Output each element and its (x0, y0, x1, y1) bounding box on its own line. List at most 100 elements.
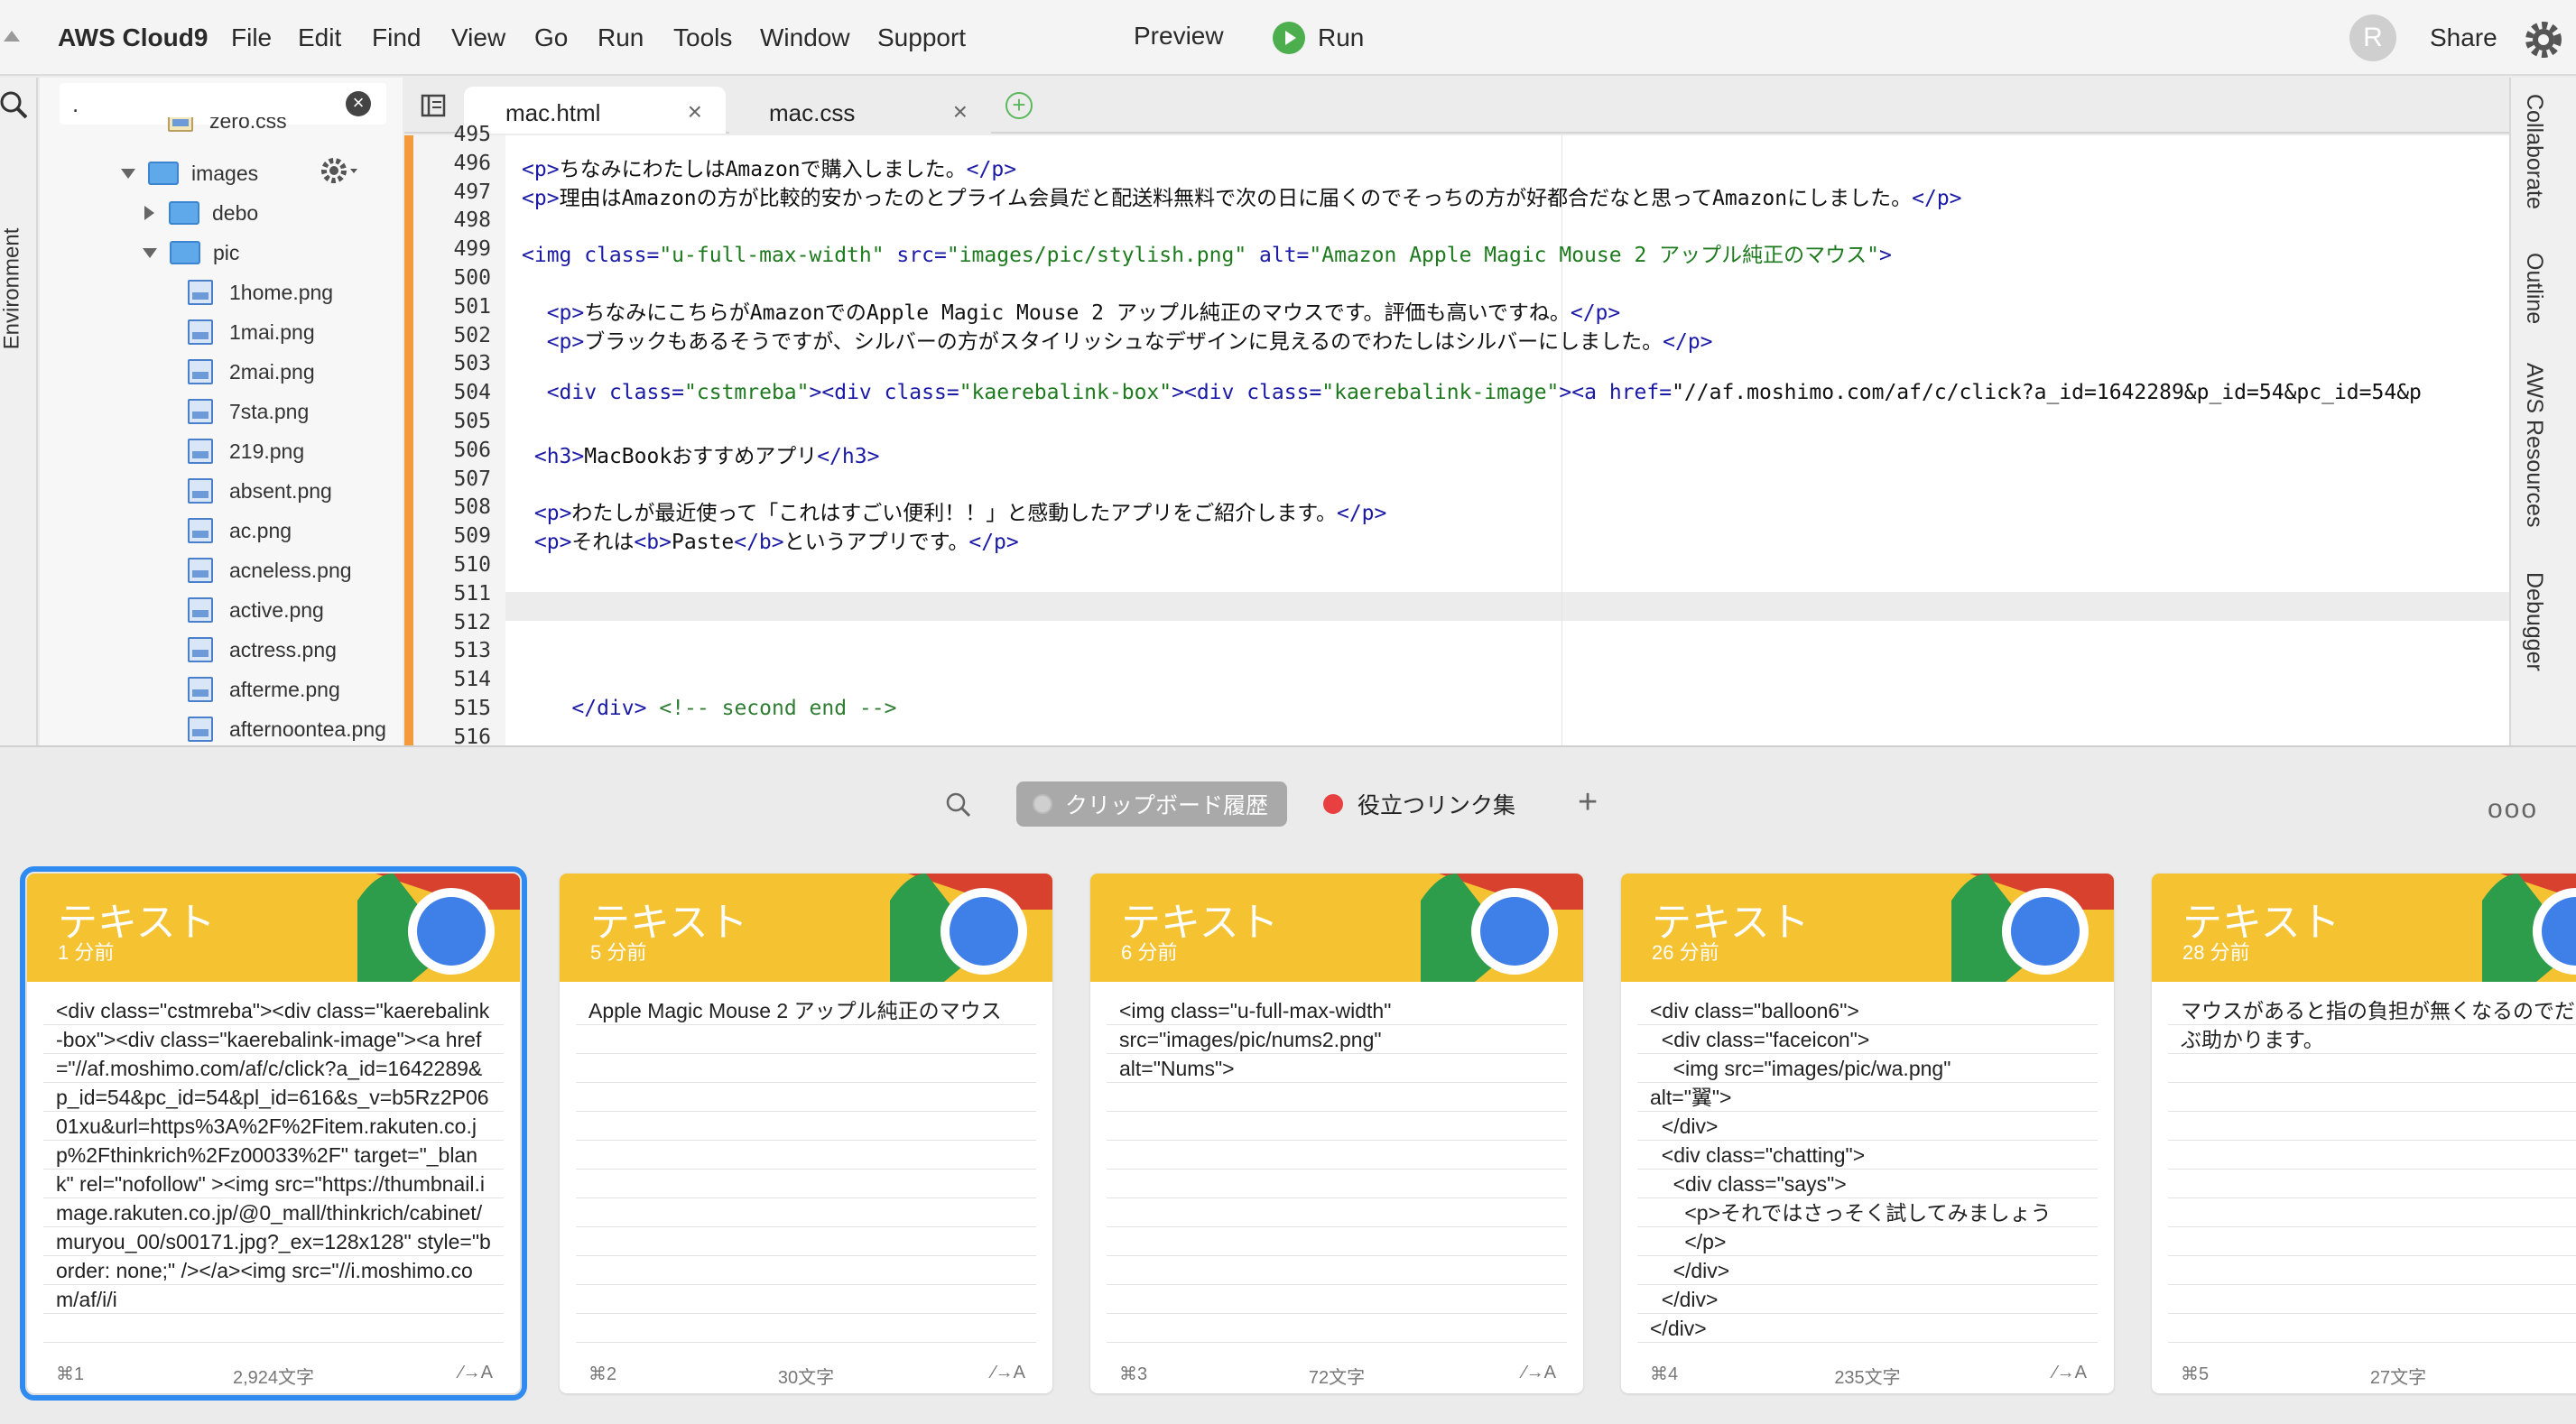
tab-aws-resources[interactable]: AWS Resources (2521, 363, 2547, 527)
menu-edit[interactable]: Edit (298, 23, 341, 52)
search-icon[interactable] (0, 90, 31, 121)
tree-file[interactable]: 1home.png (188, 277, 333, 308)
image-file-icon (188, 359, 213, 384)
line-number: 515 (453, 697, 491, 720)
clipboard-card[interactable]: テキスト 5 分前 Apple Magic Mouse 2 アップル純正のマウス ⌘2… (560, 874, 1052, 1393)
line-number: 496 (453, 152, 491, 175)
clipboard-card[interactable]: テキスト 28 分前 マウスがあると指の負担が無くなるのでだいぶ助かります。 ⌘5 27… (2152, 874, 2576, 1393)
code-line[interactable]: <img class="u-full-max-width" src="image… (522, 237, 1892, 268)
code-line[interactable]: <p>ちなみにこちらがAmazonでのApple Magic Mouse 2 ア… (522, 295, 1621, 326)
menu-support[interactable]: Support (877, 23, 966, 52)
menu-find[interactable]: Find (372, 23, 421, 52)
menu-tools[interactable]: Tools (673, 23, 732, 52)
collapse-menubar-icon[interactable] (4, 31, 20, 42)
clear-filter-icon[interactable]: × (346, 91, 371, 116)
pinboard-useful-links[interactable]: 役立つリンク集 (1323, 781, 1515, 827)
paste-as-text-icon[interactable]: ⁄→A (1523, 1363, 1556, 1383)
line-number: 516 (453, 726, 491, 749)
tree-item[interactable]: zero.css (168, 117, 287, 137)
pinboard-clipboard-history[interactable]: クリップボード履歴 (1016, 781, 1287, 827)
image-file-icon (188, 319, 213, 345)
environment-panel-strip: Environment (0, 78, 38, 745)
history-dot-icon (1033, 794, 1052, 814)
close-tab-icon[interactable]: × (953, 97, 968, 126)
tab-collaborate[interactable]: Collaborate (2521, 94, 2547, 209)
line-number: 514 (453, 668, 491, 691)
tree-file[interactable]: afterme.png (188, 674, 340, 705)
chrome-app-icon (357, 874, 520, 982)
tree-settings-gear-icon[interactable] (320, 155, 359, 186)
clipboard-card[interactable]: テキスト 6 分前 <img class="u-full-max-width" sr… (1090, 874, 1583, 1393)
expanded-arrow-icon (143, 247, 157, 258)
tab-outline[interactable]: Outline (2521, 253, 2547, 324)
run-label: Run (1318, 23, 1365, 51)
tab-mac-html[interactable]: mac.html × (464, 87, 726, 134)
code-line[interactable]: <p>ちなみにわたしはAmazonで購入しました。</p> (522, 152, 1016, 182)
tab-debugger[interactable]: Debugger (2521, 572, 2547, 671)
line-number: 504 (453, 381, 491, 404)
card-timestamp: 26 分前 (1652, 941, 1719, 964)
code-line[interactable]: <p>理由はAmazonの方が比較的安かったのとプライム会員だと配送料無料で次の… (522, 180, 1962, 211)
red-dot-icon (1323, 794, 1343, 814)
line-number: 500 (453, 266, 491, 290)
line-number: 495 (453, 123, 491, 146)
tree-file[interactable]: acneless.png (188, 555, 352, 586)
menu-run[interactable]: Run (598, 23, 644, 52)
tree-folder-pic[interactable]: pic (143, 237, 239, 268)
paste-as-text-icon[interactable]: ⁄→A (2053, 1363, 2087, 1383)
app-brand[interactable]: AWS Cloud9 (58, 23, 208, 52)
tree-file[interactable]: active.png (188, 595, 324, 625)
new-tab-icon[interactable]: + (1005, 92, 1033, 119)
clipboard-card[interactable]: テキスト 26 分前 <div class="balloon6"> <div cla… (1621, 874, 2114, 1393)
card-text: <div class="balloon6"> <div class="facei… (1650, 999, 2052, 1340)
modified-indicator (404, 135, 413, 745)
code-line[interactable]: </div> <!-- second end --> (522, 697, 896, 720)
tree-file[interactable]: afternoontea.png (188, 714, 386, 744)
tree-file[interactable]: 1mai.png (188, 317, 315, 347)
play-icon (1273, 22, 1305, 54)
tree-file[interactable]: 2mai.png (188, 356, 315, 387)
line-number: 512 (453, 611, 491, 634)
menu-view[interactable]: View (451, 23, 505, 52)
code-line[interactable]: <h3>MacBookおすすめアプリ</h3> (522, 439, 880, 469)
close-tab-icon[interactable]: × (688, 97, 702, 126)
tab-list-icon[interactable] (421, 94, 448, 117)
line-number: 501 (453, 295, 491, 319)
image-file-icon (188, 717, 213, 742)
code-line[interactable]: <p>ブラックもあるそうですが、シルバーの方がスタイリッシュなデザインに見えるの… (522, 324, 1713, 355)
tree-folder-debo[interactable]: debo (144, 198, 258, 228)
tree-file[interactable]: absent.png (188, 476, 332, 506)
run-button[interactable]: Run (1273, 18, 1364, 58)
share-button[interactable]: Share (2430, 23, 2497, 52)
code-line[interactable]: <p>それは<b>Paste</b>というアプリです。</p> (522, 524, 1019, 555)
clipboard-search-icon[interactable] (944, 791, 973, 819)
file-icon (168, 117, 193, 132)
add-pinboard-button[interactable]: + (1578, 783, 1598, 822)
card-char-count: 72文字 (1308, 1368, 1366, 1388)
menu-go[interactable]: Go (534, 23, 568, 52)
tree-file[interactable]: ac.png (188, 515, 292, 546)
card-timestamp: 1 分前 (58, 941, 115, 964)
paste-as-text-icon[interactable]: ⁄→A (992, 1363, 1025, 1383)
tree-file[interactable]: actress.png (188, 634, 337, 665)
clipboard-card[interactable]: テキスト 1 分前 <div class="cstmreba"><div class… (20, 866, 527, 1401)
settings-gear-icon[interactable] (2520, 16, 2567, 63)
folder-icon (148, 162, 179, 185)
tree-folder-images[interactable]: images (121, 158, 258, 189)
card-footer: ⌘3 72文字 ⁄→A (1090, 1354, 1583, 1393)
code-line[interactable]: <div class="cstmreba"><div class="kaereb… (522, 381, 2422, 404)
tab-mac-css[interactable]: mac.css × (729, 87, 991, 134)
menu-window[interactable]: Window (760, 23, 850, 52)
tree-file[interactable]: 219.png (188, 436, 304, 467)
line-number: 505 (453, 410, 491, 433)
preview-button[interactable]: Preview (1134, 22, 1224, 51)
environment-tab[interactable]: Environment (0, 228, 24, 350)
user-avatar[interactable]: R (2349, 14, 2396, 61)
tree-file[interactable]: 7sta.png (188, 396, 309, 427)
menu-file[interactable]: File (231, 23, 272, 52)
more-options-icon[interactable]: ooo (2488, 794, 2538, 825)
card-text: マウスがあると指の負担が無くなるのでだいぶ助かります。 (2181, 999, 2576, 1051)
paste-as-text-icon[interactable]: ⁄→A (459, 1363, 493, 1383)
line-number: 499 (453, 237, 491, 261)
code-line[interactable]: <p>わたしが最近使って「これはすごい便利！！」と感動したアプリをご紹介します。… (522, 495, 1387, 526)
